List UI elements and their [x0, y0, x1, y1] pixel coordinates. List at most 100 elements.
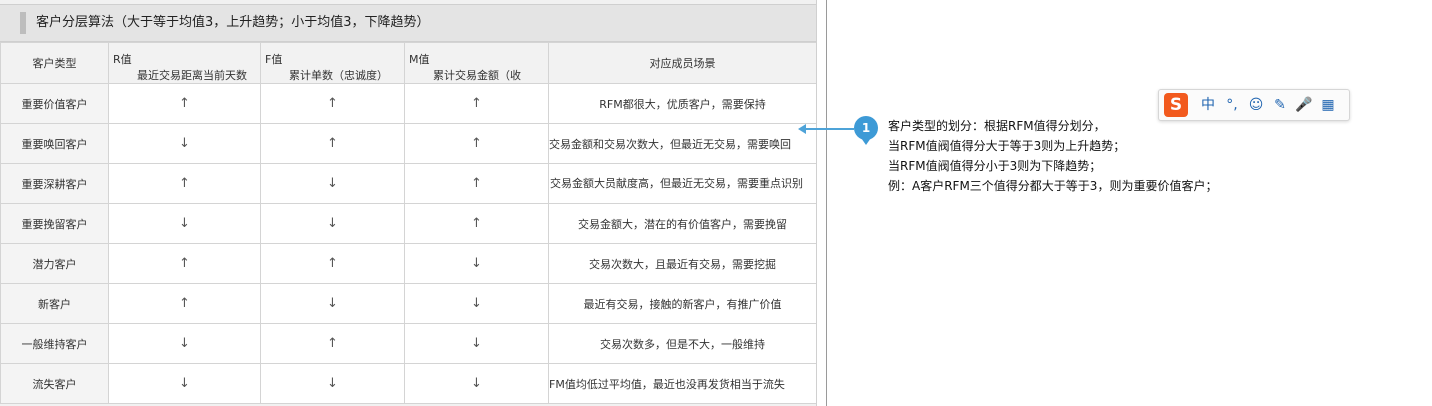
- emoji-icon[interactable]: ☺: [1246, 93, 1266, 117]
- trend-arrow-icon: ↓: [471, 336, 482, 351]
- header-r-desc: 最近交易距离当前天数: [137, 69, 247, 82]
- header-r-name: R值: [113, 53, 132, 66]
- section-header: 客户分层算法（大于等于均值3，上升趋势；小于均值3，下降趋势）: [0, 4, 816, 42]
- cell-r-trend: ↑: [108, 163, 261, 204]
- trend-arrow-icon: ↑: [471, 216, 482, 231]
- table-row: 重要深耕客户 ↑ ↓ ↑ 交易金额大员献度高，但最近无交易，需要重点识别: [0, 163, 816, 204]
- header-r-value: R值 最近交易距离当前天数: [108, 42, 261, 84]
- cell-r-trend: ↓: [108, 323, 261, 364]
- annotation-line: 当RFM值阀值得分大于等于3则为上升趋势；: [888, 139, 1126, 153]
- table-header-row: 客户类型 R值 最近交易距离当前天数 F值 累计单数（忠诚度） M值 累计交易金…: [0, 42, 816, 84]
- trend-arrow-icon: ↓: [179, 376, 190, 391]
- cell-r-trend: ↓: [108, 363, 261, 404]
- connector-line: [802, 128, 854, 130]
- cell-scene: RFM都很大，优质客户，需要保持: [548, 83, 816, 124]
- cell-m-trend: ↑: [404, 163, 549, 204]
- trend-arrow-icon: ↑: [471, 96, 482, 111]
- trend-arrow-icon: ↑: [471, 136, 482, 151]
- cell-customer-type: 新客户: [0, 283, 109, 324]
- trend-arrow-icon: ↑: [327, 136, 338, 151]
- cell-customer-type: 潜力客户: [0, 243, 109, 284]
- header-m-desc: 累计交易金额（收: [433, 69, 521, 82]
- table-row: 流失客户 ↓ ↓ ↓ FM值均低过平均值，最近也没再发货相当于流失: [0, 363, 816, 404]
- cell-f-trend: ↑: [260, 323, 405, 364]
- trend-arrow-icon: ↑: [327, 256, 338, 271]
- rfm-segmentation-table: 客户类型 R值 最近交易距离当前天数 F值 累计单数（忠诚度） M值 累计交易金…: [0, 42, 816, 404]
- ime-toolbar[interactable]: S 中 °, ☺ ✎ 🎤 ▦: [1158, 89, 1350, 121]
- cell-customer-type: 重要挽留客户: [0, 203, 109, 244]
- cell-m-trend: ↑: [404, 203, 549, 244]
- handwriting-icon[interactable]: ✎: [1270, 93, 1290, 117]
- header-scene: 对应成员场景: [548, 42, 816, 84]
- header-f-desc: 累计单数（忠诚度）: [289, 69, 388, 82]
- cell-customer-type: 流失客户: [0, 363, 109, 404]
- table-row: 潜力客户 ↑ ↑ ↓ 交易次数大，且最近有交易，需要挖掘: [0, 243, 816, 284]
- cell-scene: 交易次数大，且最近有交易，需要挖掘: [548, 243, 816, 284]
- table-row: 重要价值客户 ↑ ↑ ↑ RFM都很大，优质客户，需要保持: [0, 83, 816, 124]
- table-row: 重要唤回客户 ↓ ↑ ↑ 交易金额和交易次数大，但最近无交易，需要唤回: [0, 123, 816, 164]
- cell-m-trend: ↓: [404, 323, 549, 364]
- cell-f-trend: ↓: [260, 363, 405, 404]
- cell-f-trend: ↑: [260, 243, 405, 284]
- section-title: 客户分层算法（大于等于均值3，上升趋势；小于均值3，下降趋势）: [36, 15, 430, 30]
- table-row: 新客户 ↑ ↓ ↓ 最近有交易，接触的新客户，有推广价值: [0, 283, 816, 324]
- cell-m-trend: ↑: [404, 123, 549, 164]
- cell-r-trend: ↑: [108, 243, 261, 284]
- cell-customer-type: 重要唤回客户: [0, 123, 109, 164]
- trend-arrow-icon: ↑: [327, 96, 338, 111]
- trend-arrow-icon: ↑: [327, 336, 338, 351]
- cell-scene: 交易次数多，但是不大，一般维持: [548, 323, 816, 364]
- cell-customer-type: 一般维持客户: [0, 323, 109, 364]
- trend-arrow-icon: ↓: [471, 296, 482, 311]
- cell-m-trend: ↓: [404, 363, 549, 404]
- cell-scene: 交易金额大，潜在的有价值客户，需要挽留: [548, 203, 816, 244]
- trend-arrow-icon: ↑: [179, 96, 190, 111]
- microphone-icon[interactable]: 🎤: [1294, 93, 1314, 117]
- table-row: 一般维持客户 ↓ ↑ ↓ 交易次数多，但是不大，一般维持: [0, 323, 816, 364]
- cell-scene: 交易金额和交易次数大，但最近无交易，需要唤回: [548, 123, 816, 164]
- header-f-name: F值: [265, 53, 283, 66]
- cell-f-trend: ↓: [260, 283, 405, 324]
- cell-scene: 最近有交易，接触的新客户，有推广价值: [548, 283, 816, 324]
- cell-r-trend: ↓: [108, 123, 261, 164]
- chinese-mode-icon[interactable]: 中: [1198, 93, 1218, 117]
- cell-m-trend: ↓: [404, 283, 549, 324]
- trend-arrow-icon: ↓: [327, 376, 338, 391]
- divider-line: [826, 0, 827, 406]
- toolbox-icon[interactable]: ▦: [1318, 93, 1338, 117]
- cell-r-trend: ↑: [108, 283, 261, 324]
- cell-scene: 交易金额大员献度高，但最近无交易，需要重点识别: [548, 163, 816, 204]
- trend-arrow-icon: ↓: [327, 216, 338, 231]
- trend-arrow-icon: ↓: [179, 136, 190, 151]
- annotation-note: 客户类型的划分：根据RFM值得分划分， 当RFM值阀值得分大于等于3则为上升趋势…: [888, 116, 1217, 196]
- annotation-badge[interactable]: 1: [854, 116, 878, 140]
- cell-f-trend: ↑: [260, 123, 405, 164]
- content-panel: 客户分层算法（大于等于均值3，上升趋势；小于均值3，下降趋势） 客户类型 R值 …: [0, 0, 817, 406]
- trend-arrow-icon: ↓: [327, 296, 338, 311]
- cell-r-trend: ↓: [108, 203, 261, 244]
- sogou-logo-icon[interactable]: S: [1164, 93, 1188, 117]
- annotation-line: 例：A客户RFM三个值得分都大于等于3，则为重要价值客户；: [888, 179, 1218, 193]
- header-customer-type: 客户类型: [0, 42, 109, 84]
- trend-arrow-icon: ↓: [471, 376, 482, 391]
- trend-arrow-icon: ↓: [471, 256, 482, 271]
- trend-arrow-icon: ↑: [179, 256, 190, 271]
- trend-arrow-icon: ↑: [179, 176, 190, 191]
- trend-arrow-icon: ↑: [179, 296, 190, 311]
- header-accent-bar: [20, 12, 26, 34]
- cell-m-trend: ↓: [404, 243, 549, 284]
- annotation-line: 当RFM值阀值得分小于3则为下降趋势；: [888, 159, 1102, 173]
- cell-f-trend: ↓: [260, 163, 405, 204]
- cell-scene-text: 交易金额大员献度高，但最近无交易，需要重点识别: [550, 176, 803, 190]
- cell-customer-type: 重要深耕客户: [0, 163, 109, 204]
- trend-arrow-icon: ↓: [327, 176, 338, 191]
- trend-arrow-icon: ↓: [179, 336, 190, 351]
- cell-f-trend: ↑: [260, 83, 405, 124]
- punctuation-icon[interactable]: °,: [1222, 93, 1242, 117]
- cell-scene: FM值均低过平均值，最近也没再发货相当于流失: [548, 363, 816, 404]
- trend-arrow-icon: ↑: [471, 176, 482, 191]
- cell-r-trend: ↑: [108, 83, 261, 124]
- header-f-value: F值 累计单数（忠诚度）: [260, 42, 405, 84]
- header-m-value: M值 累计交易金额（收: [404, 42, 549, 84]
- cell-m-trend: ↑: [404, 83, 549, 124]
